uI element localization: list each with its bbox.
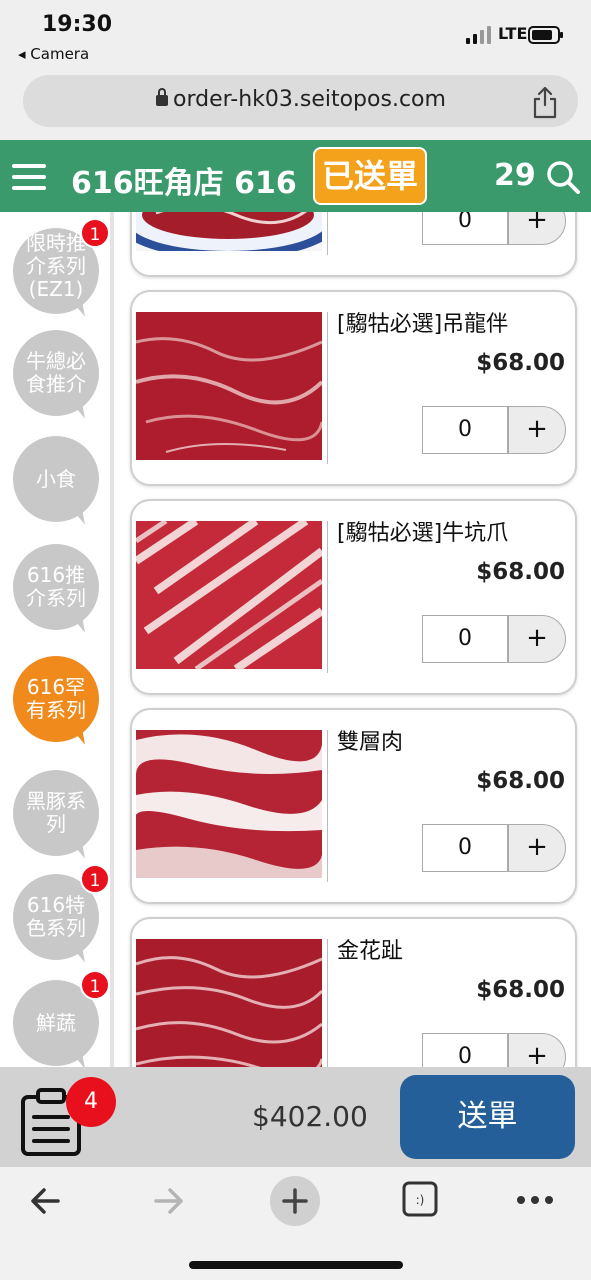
back-to-camera-link[interactable]: ◂ Camera (18, 45, 89, 63)
cart-total: $402.00 (252, 1100, 368, 1133)
home-indicator (189, 1261, 403, 1269)
new-tab-icon[interactable] (269, 1175, 321, 1227)
product-list: 0 + [騶牯必選]吊龍伴 $68.00 0 + [騶牯必選]牛坑爪 $68.0… (114, 212, 591, 1067)
product-image (136, 939, 322, 1067)
cart-bar: 4 $402.00 送單 (0, 1067, 591, 1167)
category-label: 黑豚系列 (13, 770, 99, 856)
status-bar: 19:30 ◂ Camera LTE (0, 0, 591, 70)
more-icon[interactable] (516, 1195, 554, 1205)
quantity-input[interactable]: 0 (422, 824, 508, 872)
svg-text::): :) (416, 1193, 425, 1207)
status-time: 19:30 (42, 12, 113, 37)
category-item-vegetables[interactable]: 鮮蔬 1 (13, 970, 110, 1067)
quantity-input[interactable]: 0 (422, 1033, 508, 1067)
product-card: 雙層肉 $68.00 0 + (130, 708, 577, 904)
add-quantity-button[interactable]: + (508, 1033, 566, 1067)
cart-count-badge: 4 (66, 1077, 116, 1127)
category-item-616-rare[interactable]: 616罕有系列 (13, 656, 99, 750)
add-quantity-button[interactable]: + (508, 406, 566, 454)
category-label: 616罕有系列 (13, 656, 99, 742)
category-item-616-special[interactable]: 616特色系列 1 (13, 864, 110, 968)
menu-icon[interactable] (12, 164, 46, 190)
product-name: 金花趾 (337, 939, 404, 964)
screen: 19:30 ◂ Camera LTE order-hk03.seitopos.c… (0, 0, 591, 1280)
quantity-input[interactable]: 0 (422, 212, 508, 245)
category-item-black-pork[interactable]: 黑豚系列 (13, 770, 99, 864)
product-price: $68.00 (476, 559, 565, 585)
product-price: $68.00 (476, 977, 565, 1003)
category-item-limited[interactable]: 限時推介系列(EZ1) 1 (13, 218, 110, 322)
share-icon[interactable] (530, 85, 560, 119)
add-quantity-button[interactable]: + (508, 824, 566, 872)
add-quantity-button[interactable]: + (508, 212, 566, 245)
address-bar[interactable]: order-hk03.seitopos.com (23, 75, 578, 127)
product-image (136, 521, 322, 669)
tabs-icon[interactable]: :) (402, 1181, 438, 1217)
category-item-snacks[interactable]: 小食 (13, 436, 99, 530)
network-label: LTE (498, 24, 528, 43)
product-card: [騶牯必選]吊龍伴 $68.00 0 + (130, 290, 577, 486)
product-name: [騶牯必選]牛坑爪 (337, 521, 509, 546)
product-name: 雙層肉 (337, 730, 404, 755)
category-badge: 1 (80, 218, 110, 248)
search-icon[interactable] (546, 160, 580, 194)
add-quantity-button[interactable]: + (508, 615, 566, 663)
submit-order-button[interactable]: 送單 (400, 1075, 575, 1159)
product-image (136, 730, 322, 878)
forward-arrow-icon[interactable] (152, 1181, 186, 1221)
app-header: 616旺角店 616 已送單 29 (0, 140, 591, 212)
product-card: 金花趾 $68.00 0 + (130, 917, 577, 1067)
product-image (136, 212, 322, 251)
product-card: [騶牯必選]牛坑爪 $68.00 0 + (130, 499, 577, 695)
category-label: 616推介系列 (13, 544, 99, 630)
product-name: [騶牯必選]吊龍伴 (337, 312, 509, 337)
battery-icon (528, 26, 563, 44)
category-badge: 1 (80, 970, 110, 1000)
category-badge: 1 (80, 864, 110, 894)
order-status-badge: 已送單 (313, 147, 427, 205)
product-card: 0 + (130, 212, 577, 277)
shop-title: 616旺角店 616 (71, 166, 297, 201)
lock-icon (156, 88, 168, 106)
category-sidebar: 限時推介系列(EZ1) 1 牛總必食推介 小食 616推介系列 616罕有系列 … (0, 212, 114, 1067)
signal-icon (466, 26, 494, 44)
category-label: 小食 (13, 436, 99, 522)
back-arrow-icon[interactable] (28, 1181, 62, 1221)
category-item-616-recommend[interactable]: 616推介系列 (13, 544, 99, 638)
product-image (136, 312, 322, 460)
url-text: order-hk03.seitopos.com (173, 87, 446, 112)
product-price: $68.00 (476, 768, 565, 794)
quantity-input[interactable]: 0 (422, 406, 508, 454)
product-price: $68.00 (476, 350, 565, 376)
quantity-input[interactable]: 0 (422, 615, 508, 663)
category-label: 牛總必食推介 (13, 330, 99, 416)
category-item-must-eat[interactable]: 牛總必食推介 (13, 330, 99, 424)
browser-address-area: order-hk03.seitopos.com (0, 70, 591, 140)
table-count: 29 (494, 158, 536, 193)
